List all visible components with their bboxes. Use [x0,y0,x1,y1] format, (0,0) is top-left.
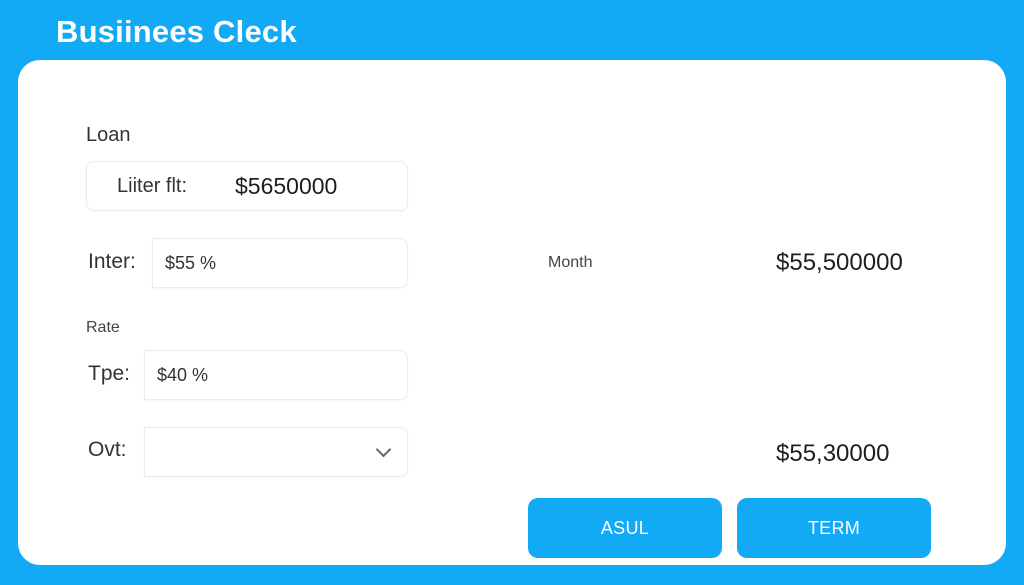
loan-field[interactable]: Liiter flt: $5650000 [86,161,408,211]
interest-field[interactable]: $55 % [152,238,408,288]
type-value[interactable]: $40 % [145,365,208,386]
second-result-value: $55,30000 [776,440,890,467]
chevron-down-icon[interactable] [375,441,392,458]
loan-field-label: Liiter flt: [117,174,188,197]
term-button[interactable]: TERM [737,498,931,558]
interest-value[interactable]: $55 % [153,253,216,274]
rate-section-label: Rate [86,319,120,336]
app-title: Busiinees Cleck [56,14,297,49]
type-field-label: Tpe: [88,362,131,385]
ovt-dropdown[interactable] [144,427,408,477]
loan-section-label: Loan [86,124,131,146]
calculator-card: Loan Liiter flt: $5650000 Inter: $55 % R… [18,60,1006,565]
month-result-value: $55,500000 [776,249,903,276]
loan-amount-value[interactable]: $5650000 [235,173,337,200]
month-label: Month [548,254,593,271]
interest-field-label: Inter: [88,250,136,273]
ovt-field-label: Ovt: [88,438,127,461]
type-field[interactable]: $40 % [144,350,408,400]
asul-button[interactable]: ASUL [528,498,722,558]
ovt-field-divider [144,428,145,476]
